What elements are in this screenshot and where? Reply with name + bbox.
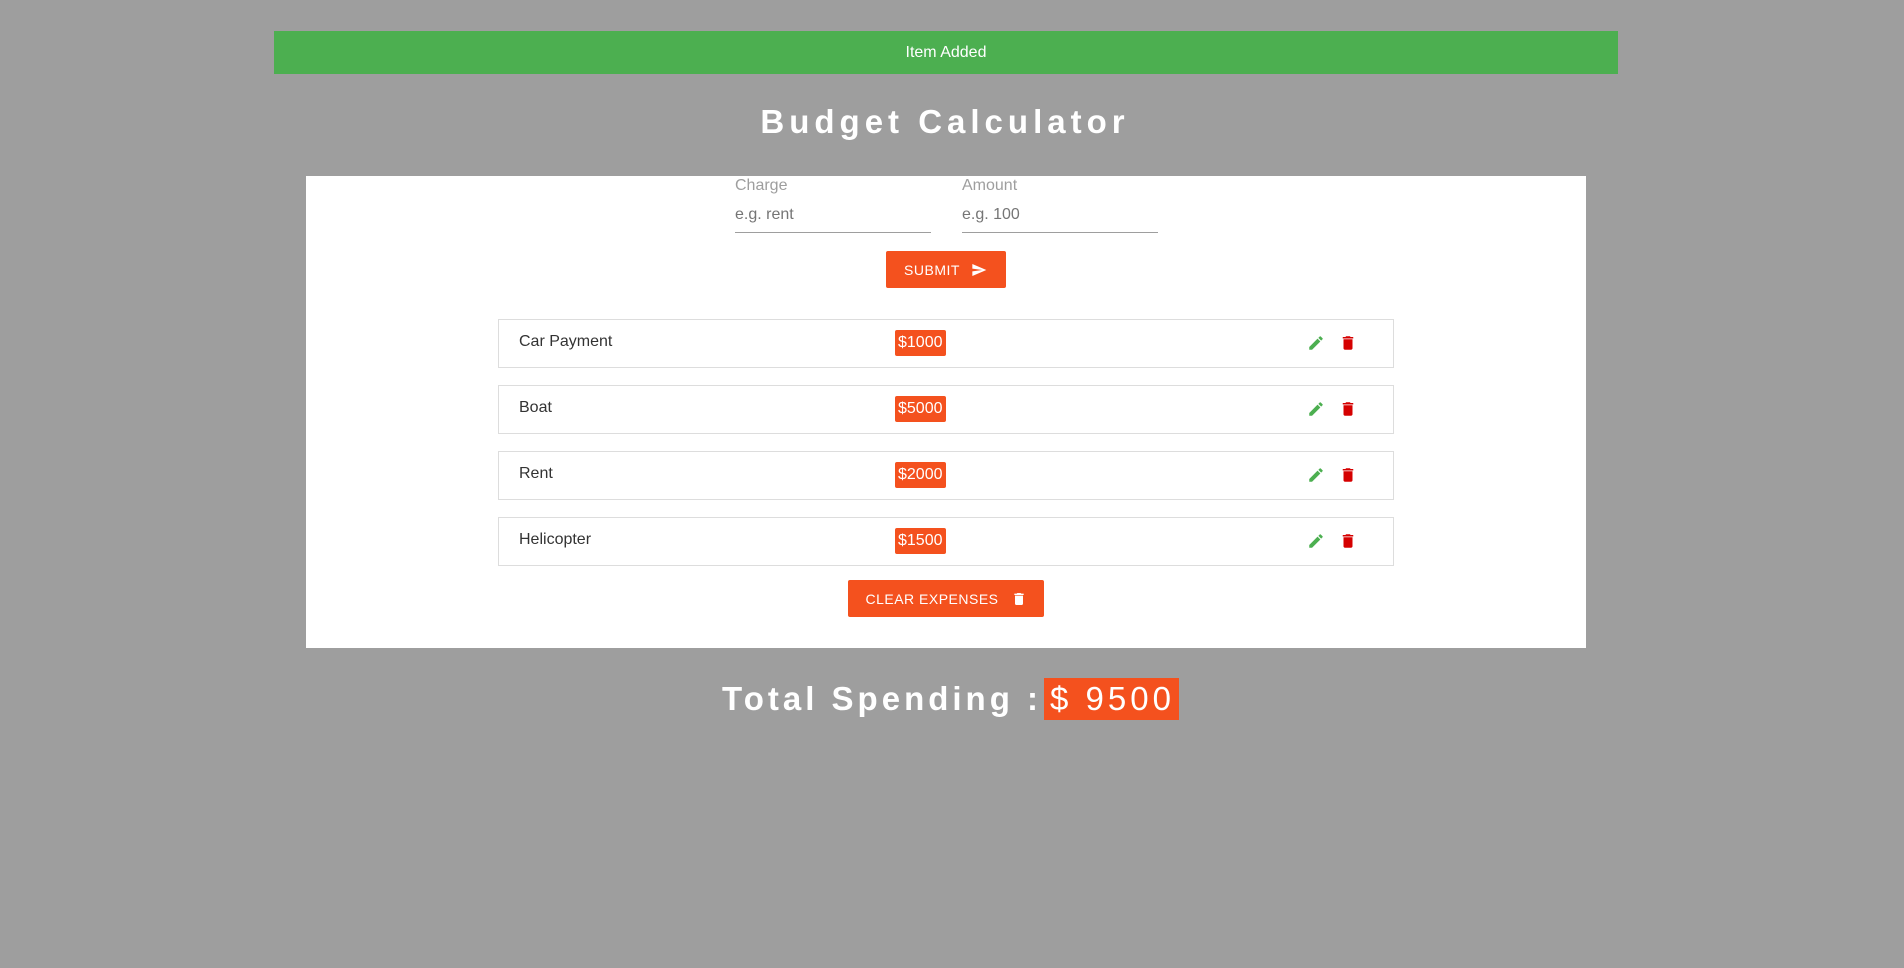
clear-expenses-label: CLEAR EXPENSES	[865, 590, 999, 607]
submit-button[interactable]: SUBMIT	[886, 251, 1006, 288]
expense-amount: $2000	[895, 462, 946, 488]
edit-button[interactable]	[1305, 332, 1327, 354]
delete-button[interactable]	[1337, 530, 1359, 552]
amount-input[interactable]	[962, 198, 1158, 233]
expense-item: Car Payment $1000	[498, 319, 1394, 368]
page-title: Budget Calculator	[760, 103, 1130, 140]
total-amount: $ 9500	[1044, 678, 1179, 720]
submit-label: SUBMIT	[904, 261, 960, 278]
pencil-icon	[1309, 534, 1323, 548]
expense-item: Rent $2000	[498, 451, 1394, 500]
trash-icon	[1342, 336, 1354, 350]
charge-label: Charge	[735, 177, 788, 194]
total-label: Total Spending :	[722, 680, 1043, 717]
charge-input[interactable]	[735, 198, 931, 233]
edit-button[interactable]	[1305, 530, 1327, 552]
pencil-icon	[1309, 468, 1323, 482]
alert-banner: Item Added	[274, 31, 1618, 74]
trash-icon	[1342, 468, 1354, 482]
expense-amount: $5000	[895, 396, 946, 422]
delete-button[interactable]	[1337, 332, 1359, 354]
amount-label: Amount	[962, 177, 1018, 194]
budget-card: Charge Amount SUBMIT Car Payment $1000 B…	[306, 176, 1586, 648]
delete-button[interactable]	[1337, 398, 1359, 420]
expense-name: Rent	[519, 465, 553, 482]
trash-icon	[1013, 592, 1024, 605]
pencil-icon	[1309, 402, 1323, 416]
total-spending: Total Spending : $ 9500	[722, 678, 1179, 720]
expense-name: Car Payment	[519, 333, 613, 350]
trash-icon	[1342, 534, 1354, 548]
expense-amount: $1000	[895, 330, 946, 356]
expense-amount: $1500	[895, 528, 946, 554]
edit-button[interactable]	[1305, 398, 1327, 420]
trash-icon	[1342, 402, 1354, 416]
edit-button[interactable]	[1305, 464, 1327, 486]
expense-item: Helicopter $1500	[498, 517, 1394, 566]
send-icon	[972, 263, 987, 276]
expense-item: Boat $5000	[498, 385, 1394, 434]
expense-list: Car Payment $1000 Boat $5000 Rent $2000	[498, 319, 1394, 566]
delete-button[interactable]	[1337, 464, 1359, 486]
alert-text: Item Added	[905, 43, 987, 61]
expense-name: Boat	[519, 399, 552, 416]
clear-expenses-button[interactable]: CLEAR EXPENSES	[848, 580, 1044, 617]
expense-name: Helicopter	[519, 531, 592, 548]
pencil-icon	[1309, 336, 1323, 350]
